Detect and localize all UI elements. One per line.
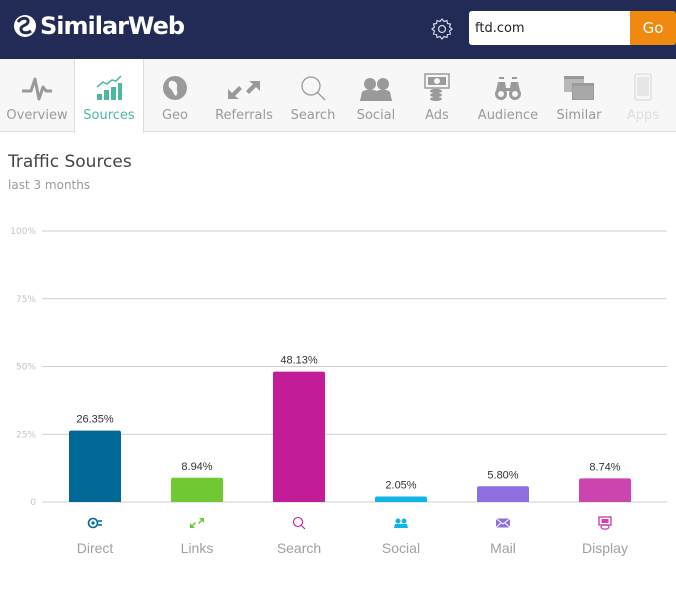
mail-icon xyxy=(495,518,511,528)
y-tick-label: 0 xyxy=(30,498,36,508)
value-label: 2.05% xyxy=(385,479,416,491)
brand-name: SimilarWeb xyxy=(40,12,185,40)
tab-similar[interactable]: Similar xyxy=(550,59,608,132)
bar-search[interactable] xyxy=(273,371,325,502)
direct-icon xyxy=(87,517,102,529)
tab-referrals[interactable]: Referrals xyxy=(208,59,280,132)
chart-bars: 26.35% 8.94% 48.13% 2.05% 5.80% 8.74% xyxy=(69,355,631,502)
search-icon xyxy=(292,516,306,530)
display-icon xyxy=(598,516,612,530)
tab-apps: Apps xyxy=(618,59,668,132)
value-label: 26.35% xyxy=(76,414,114,426)
tab-sources[interactable]: Sources xyxy=(74,59,144,133)
tab-ads[interactable]: Ads xyxy=(412,59,462,132)
tab-label: Referrals xyxy=(215,108,273,123)
tab-overview[interactable]: Overview xyxy=(0,59,74,132)
tab-label: Audience xyxy=(477,108,539,123)
y-tick-label: 75% xyxy=(16,295,36,305)
category-label: Display xyxy=(582,540,628,556)
bar-links[interactable] xyxy=(171,477,223,502)
tab-label: Apps xyxy=(626,108,660,123)
value-label: 5.80% xyxy=(487,469,518,481)
chart-categories: Direct Links Search Social Mail Display xyxy=(77,516,628,556)
bar-growth-icon xyxy=(95,73,123,101)
arrows-icon xyxy=(226,73,262,101)
magnifier-icon xyxy=(300,73,326,101)
section-title: Traffic Sources xyxy=(8,152,132,172)
tab-social[interactable]: Social xyxy=(350,59,402,132)
tab-label: Search xyxy=(290,108,336,123)
money-icon xyxy=(424,73,450,101)
y-tick-label: 50% xyxy=(16,363,36,373)
similarweb-logo-icon xyxy=(14,15,36,37)
tab-geo[interactable]: Geo xyxy=(148,59,202,132)
social-icon xyxy=(394,518,408,528)
nav-bar: Overview Sources Geo Referrals Search So… xyxy=(0,59,676,133)
tab-label: Geo xyxy=(161,108,189,123)
top-bar: SimilarWeb Go xyxy=(0,0,676,59)
category-label: Search xyxy=(277,540,321,556)
y-tick-label: 100% xyxy=(10,227,36,237)
phone-icon xyxy=(634,73,652,101)
bar-social[interactable] xyxy=(375,496,427,502)
people-icon xyxy=(360,73,392,101)
category-label: Mail xyxy=(490,540,516,556)
site-search-input[interactable] xyxy=(469,11,630,45)
binoculars-icon xyxy=(494,73,522,101)
tab-audience[interactable]: Audience xyxy=(474,59,542,132)
globe-icon xyxy=(162,73,188,101)
value-label: 8.94% xyxy=(181,461,212,473)
bar-display[interactable] xyxy=(579,478,631,502)
windows-icon xyxy=(563,73,595,101)
logo[interactable]: SimilarWeb xyxy=(13,12,185,40)
tab-label: Ads xyxy=(425,108,449,123)
category-label: Links xyxy=(181,540,214,556)
links-icon xyxy=(190,518,204,528)
tab-label: Social xyxy=(356,108,396,123)
y-tick-label: 25% xyxy=(16,430,36,440)
value-label: 48.13% xyxy=(280,355,318,367)
pulse-icon xyxy=(21,73,53,101)
tab-label: Sources xyxy=(83,108,135,123)
gear-icon[interactable] xyxy=(430,17,454,41)
section-subtitle: last 3 months xyxy=(8,178,91,192)
category-label: Direct xyxy=(77,540,114,556)
tab-label: Overview xyxy=(6,108,68,123)
bar-mail[interactable] xyxy=(477,486,529,502)
traffic-sources-chart: 0 25% 50% 75% 100% 26.35% 8.94% 48.13% 2.05% 5.8… xyxy=(10,227,667,556)
tab-label: Similar xyxy=(556,108,602,123)
bar-direct[interactable] xyxy=(69,430,121,502)
tab-search[interactable]: Search xyxy=(284,59,342,132)
category-label: Social xyxy=(382,540,420,556)
go-button[interactable]: Go xyxy=(630,11,676,45)
value-label: 8.74% xyxy=(589,461,620,473)
